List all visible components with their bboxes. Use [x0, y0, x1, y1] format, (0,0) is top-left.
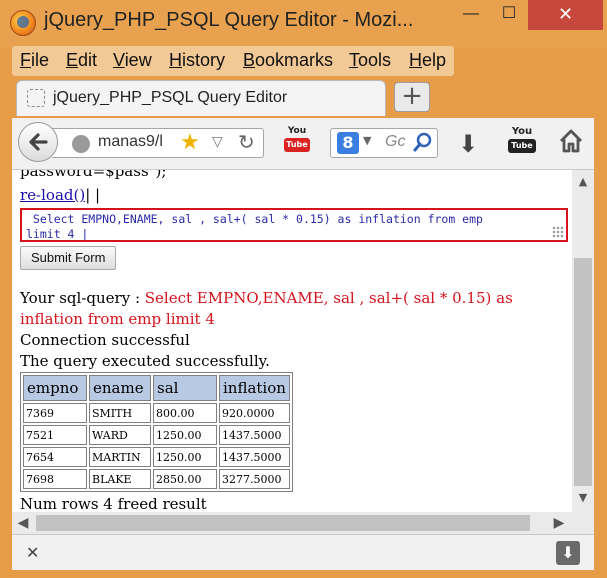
rows-freed-status: Num rows 4 freed result — [20, 495, 207, 512]
search-engine-icon[interactable]: 8 — [337, 132, 359, 154]
menu-history[interactable]: History — [169, 50, 225, 71]
minimize-button[interactable]: — — [454, 0, 488, 30]
cell-empno: 7369 — [23, 403, 87, 423]
horizontal-scrollbar[interactable]: ◀ ▶ — [12, 512, 572, 534]
cell-ename: WARD — [89, 425, 151, 445]
page-viewport: password=$pass"); re-load()| | Select EM… — [12, 170, 572, 512]
reload-icon[interactable]: ↻ — [238, 130, 255, 154]
download-arrow-icon[interactable]: ⬇ — [458, 130, 478, 158]
close-window-button[interactable]: ✕ — [528, 0, 603, 30]
cell-ename: SMITH — [89, 403, 151, 423]
download-status-icon[interactable]: ⬇ — [556, 541, 580, 565]
cell-empno: 7698 — [23, 469, 87, 489]
magnifier-icon[interactable] — [413, 132, 433, 154]
cell-sal: 2850.00 — [153, 469, 217, 489]
back-button[interactable] — [18, 122, 58, 162]
table-row: 7521 WARD 1250.00 1437.5000 — [23, 425, 290, 445]
cell-empno: 7521 — [23, 425, 87, 445]
close-addon-bar-icon[interactable]: ✕ — [26, 543, 39, 562]
url-text[interactable]: manas9/l — [98, 133, 163, 151]
scroll-up-icon[interactable]: ▲ — [572, 172, 594, 192]
resize-grip-icon[interactable] — [552, 226, 564, 238]
menu-help[interactable]: Help — [409, 50, 446, 71]
reload-link[interactable]: re-load() — [20, 186, 85, 204]
results-table: empno ename sal inflation 7369 SMITH 800… — [20, 372, 293, 492]
tab-query-editor[interactable]: jQuery_PHP_PSQL Query Editor — [16, 80, 386, 116]
column-header-empno: empno — [23, 375, 87, 401]
scroll-right-icon[interactable]: ▶ — [548, 512, 570, 534]
table-header-row: empno ename sal inflation — [23, 375, 290, 401]
star-icon[interactable]: ★ — [180, 130, 200, 155]
window-title: jQuery_PHP_PSQL Query Editor - Mozi... — [44, 9, 414, 31]
tab-strip: jQuery_PHP_PSQL Query Editor + — [0, 76, 607, 120]
window-titlebar: jQuery_PHP_PSQL Query Editor - Mozi... —… — [0, 0, 607, 48]
home-icon[interactable] — [558, 128, 584, 154]
cell-sal: 800.00 — [153, 403, 217, 423]
youtube-icon[interactable]: You Tube — [284, 126, 310, 160]
addon-bar: ✕ ⬇ — [12, 534, 594, 570]
cell-inflation: 920.0000 — [219, 403, 290, 423]
menu-file[interactable]: File — [20, 50, 49, 71]
connection-status: Connection successful — [20, 331, 190, 349]
sql-query-echo: Your sql-query : Select EMPNO,ENAME, sal… — [20, 288, 568, 330]
reload-line: re-load()| | — [20, 186, 568, 206]
horizontal-scroll-thumb[interactable] — [36, 515, 530, 531]
new-tab-button[interactable]: + — [394, 82, 430, 112]
query-textarea[interactable]: Select EMPNO,ENAME, sal , sal+( sal * 0.… — [20, 208, 568, 242]
sql-query-label: Your sql-query : — [20, 289, 145, 307]
cell-sal: 1250.00 — [153, 425, 217, 445]
column-header-inflation: inflation — [219, 375, 290, 401]
scroll-down-icon[interactable]: ▼ — [572, 488, 594, 508]
query-text[interactable]: Select EMPNO,ENAME, sal , sal+( sal * 0.… — [26, 212, 483, 240]
search-engine-dropdown-icon[interactable]: ▼ — [363, 134, 371, 147]
scrollbar-corner — [572, 512, 594, 534]
url-dropdown-icon[interactable]: ▽ — [212, 134, 223, 150]
cell-inflation: 3277.5000 — [219, 469, 290, 489]
vertical-scroll-thumb[interactable] — [574, 258, 592, 486]
cell-ename: MARTIN — [89, 447, 151, 467]
search-input[interactable]: Gc — [385, 133, 405, 151]
youtube-addon-icon[interactable]: You Tube — [508, 126, 536, 160]
table-row: 7698 BLAKE 2850.00 3277.5000 — [23, 469, 290, 489]
query-status: The query executed successfully. — [20, 352, 270, 370]
menu-tools[interactable]: Tools — [349, 50, 391, 71]
vertical-scrollbar[interactable]: ▲ ▼ — [572, 170, 594, 512]
column-header-ename: ename — [89, 375, 151, 401]
cut-off-code-line: password=$pass"); — [20, 170, 167, 180]
navigation-toolbar: manas9/l ★ ▽ ↻ You Tube 8 ▼ Gc ⬇ You Tub… — [12, 118, 594, 170]
url-bar[interactable]: manas9/l ★ ▽ ↻ — [52, 128, 264, 158]
cell-sal: 1250.00 — [153, 447, 217, 467]
tab-title: jQuery_PHP_PSQL Query Editor — [53, 89, 288, 106]
menu-view[interactable]: View — [113, 50, 152, 71]
maximize-button[interactable]: ☐ — [492, 0, 526, 30]
search-bar[interactable]: 8 ▼ Gc — [330, 128, 438, 158]
page-content: password=$pass"); re-load()| | Select EM… — [20, 170, 568, 512]
table-row: 7369 SMITH 800.00 920.0000 — [23, 403, 290, 423]
submit-form-button[interactable]: Submit Form — [20, 246, 117, 270]
firefox-logo-icon — [10, 10, 36, 36]
cell-inflation: 1437.5000 — [219, 425, 290, 445]
menu-bar: File Edit View History Bookmarks Tools H… — [12, 46, 454, 76]
cell-inflation: 1437.5000 — [219, 447, 290, 467]
reload-suffix: | | — [85, 186, 101, 204]
column-header-sal: sal — [153, 375, 217, 401]
menu-edit[interactable]: Edit — [66, 50, 97, 71]
cell-ename: BLAKE — [89, 469, 151, 489]
globe-icon — [72, 135, 90, 153]
cell-empno: 7654 — [23, 447, 87, 467]
scroll-left-icon[interactable]: ◀ — [12, 512, 34, 534]
page-favicon-icon — [27, 89, 45, 107]
table-row: 7654 MARTIN 1250.00 1437.5000 — [23, 447, 290, 467]
menu-bookmarks[interactable]: Bookmarks — [243, 50, 333, 71]
back-arrow-icon — [29, 133, 48, 151]
